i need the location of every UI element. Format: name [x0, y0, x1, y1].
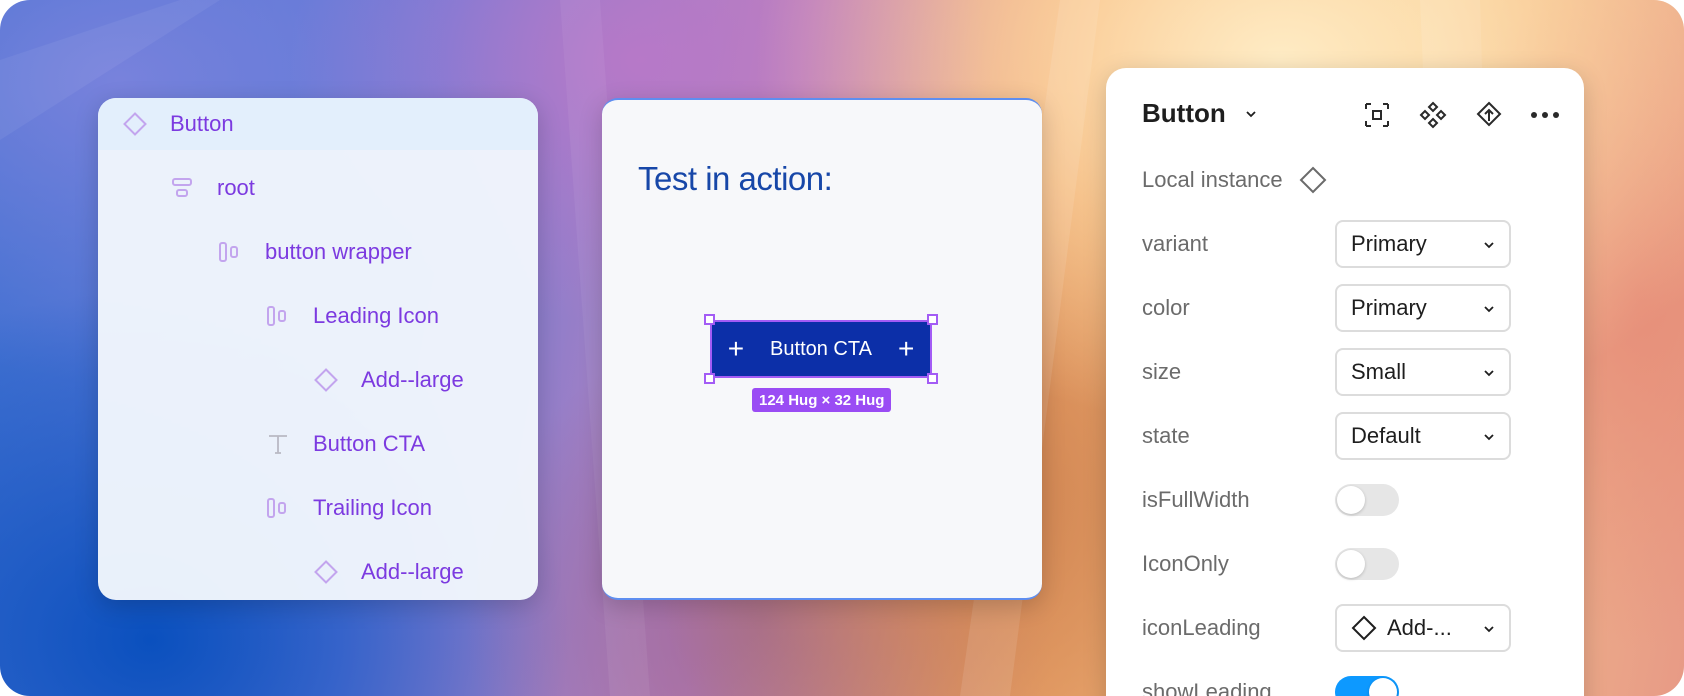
select-value: Small [1351, 359, 1407, 384]
chevron-down-icon [1483, 231, 1495, 257]
layer-label: root [217, 175, 255, 200]
layer-root[interactable]: root [98, 162, 538, 214]
add-icon: + [897, 333, 915, 364]
isfullwidth-toggle[interactable] [1335, 484, 1399, 516]
text-icon [265, 431, 291, 457]
local-instance-row: Local instance [1142, 156, 1584, 204]
prop-label: showLeading [1142, 679, 1272, 696]
add-icon: + [727, 333, 745, 364]
prop-label: iconLeading [1142, 615, 1261, 640]
prop-label: IconOnly [1142, 551, 1229, 576]
select-value: Primary [1351, 231, 1427, 256]
more-icon[interactable] [1530, 100, 1560, 130]
state-select[interactable]: Default [1335, 412, 1511, 460]
auto-layout-horizontal-icon [265, 495, 291, 521]
layer-label: Button [170, 111, 234, 136]
prop-label: state [1142, 423, 1190, 448]
chevron-down-icon [1483, 615, 1495, 641]
component-instance-icon[interactable] [1299, 166, 1327, 194]
component-instance-icon [313, 367, 339, 393]
component-instance-icon [122, 111, 148, 137]
toggle-knob [1337, 550, 1365, 578]
local-instance-label: Local instance [1142, 167, 1283, 192]
component-instance-icon [1351, 615, 1377, 641]
resize-handle-bottom-right[interactable] [927, 373, 938, 384]
layer-button[interactable]: Button [98, 98, 538, 150]
button-cta[interactable]: + Button CTA + [710, 320, 932, 378]
layer-label: Leading Icon [313, 303, 439, 328]
icononly-toggle[interactable] [1335, 548, 1399, 580]
prop-label: size [1142, 359, 1182, 384]
properties-actions [1362, 100, 1584, 130]
color-select[interactable]: Primary [1335, 284, 1511, 332]
resize-handle-bottom-left[interactable] [704, 373, 715, 384]
go-to-main-component-icon[interactable] [1474, 100, 1504, 130]
properties-title: Button [1142, 98, 1226, 128]
layer-add-large-leading[interactable]: Add--large [98, 354, 538, 406]
prop-iconleading: iconLeading Add-... [1142, 604, 1584, 652]
layer-label: Trailing Icon [313, 495, 433, 520]
resize-handle-top-right[interactable] [927, 314, 938, 325]
select-value: Add-... [1387, 615, 1452, 640]
prop-label: color [1142, 295, 1190, 320]
chevron-down-icon[interactable] [1244, 107, 1258, 121]
size-select[interactable]: Small [1335, 348, 1511, 396]
resize-handle-top-left[interactable] [704, 314, 715, 325]
canvas-title: Test in action: [638, 160, 833, 197]
toggle-knob [1369, 678, 1397, 696]
prop-isfullwidth: isFullWidth [1142, 476, 1584, 524]
layers-panel: Button root button wrapper Leading Icon [98, 98, 538, 600]
prop-state: state Default [1142, 412, 1584, 460]
component-instance-icon [313, 559, 339, 585]
select-value: Primary [1351, 295, 1427, 320]
layer-label: Add--large [361, 367, 464, 392]
layer-label: Button CTA [313, 431, 426, 456]
auto-layout-vertical-icon [169, 175, 195, 201]
layer-leading-icon[interactable]: Leading Icon [98, 290, 538, 342]
chevron-down-icon [1483, 423, 1495, 449]
showleading-toggle[interactable] [1335, 676, 1399, 696]
desktop-background: Button root button wrapper Leading Icon [0, 0, 1684, 696]
properties-panel: Button Local instance variant Primary co… [1106, 68, 1584, 696]
chevron-down-icon [1483, 359, 1495, 385]
layer-label: Add--large [361, 559, 464, 584]
layer-label: button wrapper [265, 239, 412, 264]
chevron-down-icon [1483, 295, 1495, 321]
prop-showleading: showLeading [1142, 668, 1584, 696]
select-value-group: Add-... [1351, 615, 1452, 641]
properties-header[interactable]: Button [1142, 98, 1258, 129]
prop-color: color Primary [1142, 284, 1584, 332]
detach-instance-icon[interactable] [1362, 100, 1392, 130]
layer-button-cta[interactable]: Button CTA [98, 418, 538, 470]
layer-add-large-trailing[interactable]: Add--large [98, 546, 538, 598]
toggle-knob [1337, 486, 1365, 514]
iconleading-select[interactable]: Add-... [1335, 604, 1511, 652]
size-badge: 124 Hug × 32 Hug [752, 388, 892, 412]
prop-variant: variant Primary [1142, 220, 1584, 268]
auto-layout-horizontal-icon [217, 239, 243, 265]
select-value: Default [1351, 423, 1421, 448]
component-icon[interactable] [1418, 100, 1448, 130]
auto-layout-horizontal-icon [265, 303, 291, 329]
layer-trailing-icon[interactable]: Trailing Icon [98, 482, 538, 534]
layer-button-wrapper[interactable]: button wrapper [98, 226, 538, 278]
prop-size: size Small [1142, 348, 1584, 396]
variant-select[interactable]: Primary [1335, 220, 1511, 268]
button-cta-label: Button CTA [770, 337, 872, 360]
prop-label: isFullWidth [1142, 487, 1250, 512]
canvas-frame: Test in action: + Button CTA + 124 Hug ×… [602, 98, 1042, 600]
prop-label: variant [1142, 231, 1209, 256]
prop-icononly: IconOnly [1142, 540, 1584, 588]
